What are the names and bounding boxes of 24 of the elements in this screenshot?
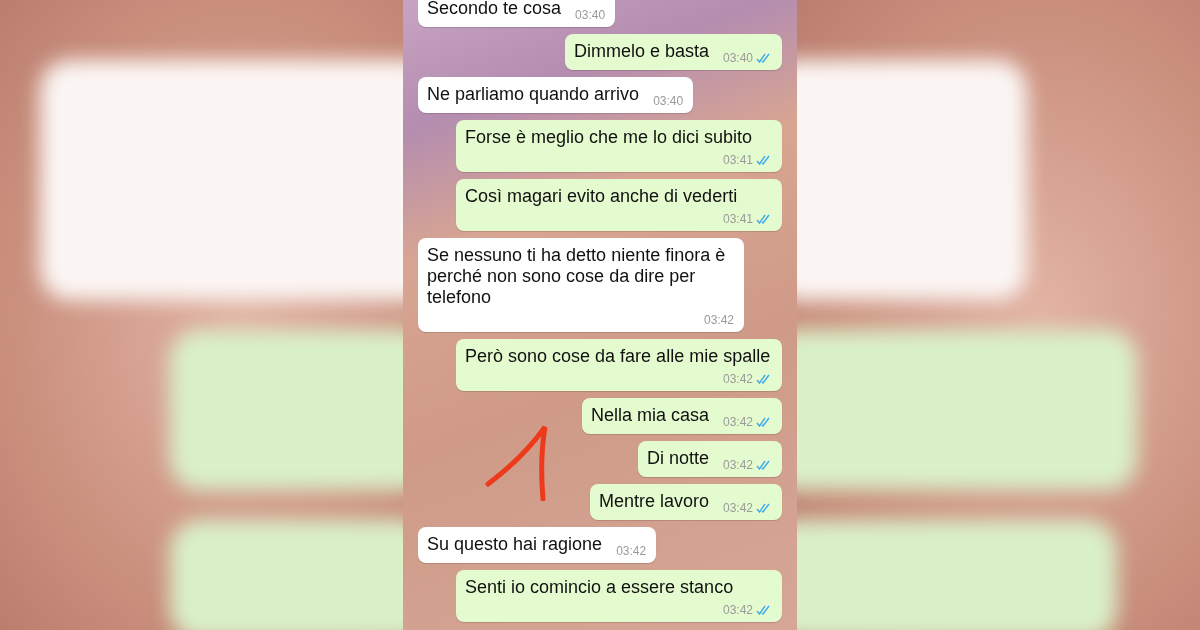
message-time: 03:42 <box>722 500 753 516</box>
message-text: Di notte <box>646 448 709 470</box>
message-time: 03:42 <box>616 543 647 559</box>
message-time: 03:42 <box>722 371 753 387</box>
message-text: Forse è meglio che me lo dici subito <box>465 127 753 149</box>
message-text: Se nessuno ti ha detto niente finora è perché non sono cose da dire per telefono <box>427 245 727 309</box>
message-text: Così magari evito anche di vederti <box>465 186 738 208</box>
message-text: Su questo hai ragione <box>427 534 603 556</box>
message-text: Però sono cose da fare alle mie spalle <box>465 346 771 368</box>
message-time: 03:41 <box>722 211 753 227</box>
message-time: 03:42 <box>722 602 753 618</box>
message-time: 03:40 <box>575 7 606 23</box>
message-text: Mentre lavoro <box>598 491 709 513</box>
message-text: Ne parliamo quando arrivo <box>427 84 640 106</box>
message-time: 03:42 <box>703 312 734 328</box>
message-text: Nella mia casa <box>590 405 709 427</box>
message-text: Secondo te cosa <box>427 0 562 20</box>
message-text: Senti io comincio a essere stanco <box>465 577 734 599</box>
message-time: 03:42 <box>722 457 753 473</box>
message-time: 03:40 <box>722 50 753 66</box>
message-text: Dimmelo e basta <box>573 41 709 63</box>
message-time: 03:41 <box>722 152 753 168</box>
message-time: 03:40 <box>653 93 684 109</box>
message-time: 03:42 <box>722 414 753 430</box>
